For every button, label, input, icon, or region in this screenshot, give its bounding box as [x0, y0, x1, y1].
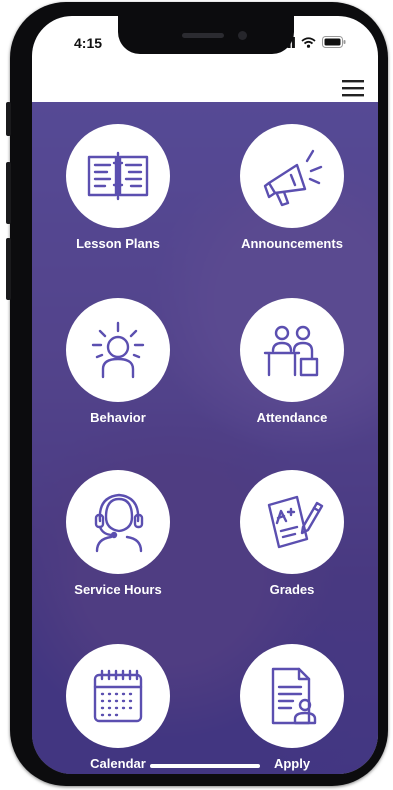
battery-icon: [322, 36, 346, 48]
phone-frame: 4:15 Lesson Plans Announcements Behavior…: [6, 2, 388, 786]
volume-down-button: [6, 238, 11, 300]
service-hours-circle: [66, 470, 170, 574]
wifi-icon: [301, 36, 316, 48]
volume-up-button: [6, 162, 11, 224]
speaker-grille: [182, 33, 224, 38]
tile-label: Behavior: [90, 410, 146, 425]
apply-circle: [240, 644, 344, 748]
front-camera: [238, 31, 247, 40]
hamburger-icon: [342, 80, 364, 97]
notch: [118, 16, 294, 54]
dashboard-grid: Lesson Plans Announcements Behavior Atte…: [32, 102, 378, 774]
tile-label: Attendance: [256, 410, 328, 425]
grades-icon: [267, 495, 324, 549]
megaphone-icon: [263, 149, 323, 207]
lesson-plans-circle: [66, 124, 170, 228]
attendance-icon: [263, 325, 319, 377]
lesson-plans-icon: [87, 151, 149, 201]
tile-grades[interactable]: Grades: [222, 470, 362, 597]
tile-service-hours[interactable]: Service Hours: [48, 470, 188, 597]
home-indicator[interactable]: [150, 764, 260, 768]
behavior-icon: [91, 321, 145, 379]
calendar-icon: [93, 669, 143, 723]
tile-label: Announcements: [241, 236, 343, 251]
attendance-circle: [240, 298, 344, 402]
behavior-circle: [66, 298, 170, 402]
menu-button[interactable]: [338, 74, 368, 102]
tile-announcements[interactable]: Announcements: [222, 124, 362, 251]
headset-icon: [94, 493, 144, 553]
tile-behavior[interactable]: Behavior: [48, 298, 188, 425]
announcements-circle: [240, 124, 344, 228]
app-screen: 4:15 Lesson Plans Announcements Behavior…: [32, 16, 378, 774]
grades-circle: [240, 470, 344, 574]
tile-label: Service Hours: [74, 582, 162, 597]
tile-calendar[interactable]: Calendar: [48, 644, 188, 771]
apply-document-icon: [271, 667, 317, 725]
tile-label: Lesson Plans: [76, 236, 160, 251]
tile-label: Grades: [269, 582, 315, 597]
tile-apply[interactable]: Apply: [222, 644, 362, 771]
mute-switch: [6, 102, 11, 136]
calendar-circle: [66, 644, 170, 748]
tile-attendance[interactable]: Attendance: [222, 298, 362, 425]
status-time: 4:15: [74, 35, 103, 51]
tile-lesson-plans[interactable]: Lesson Plans: [48, 124, 188, 251]
